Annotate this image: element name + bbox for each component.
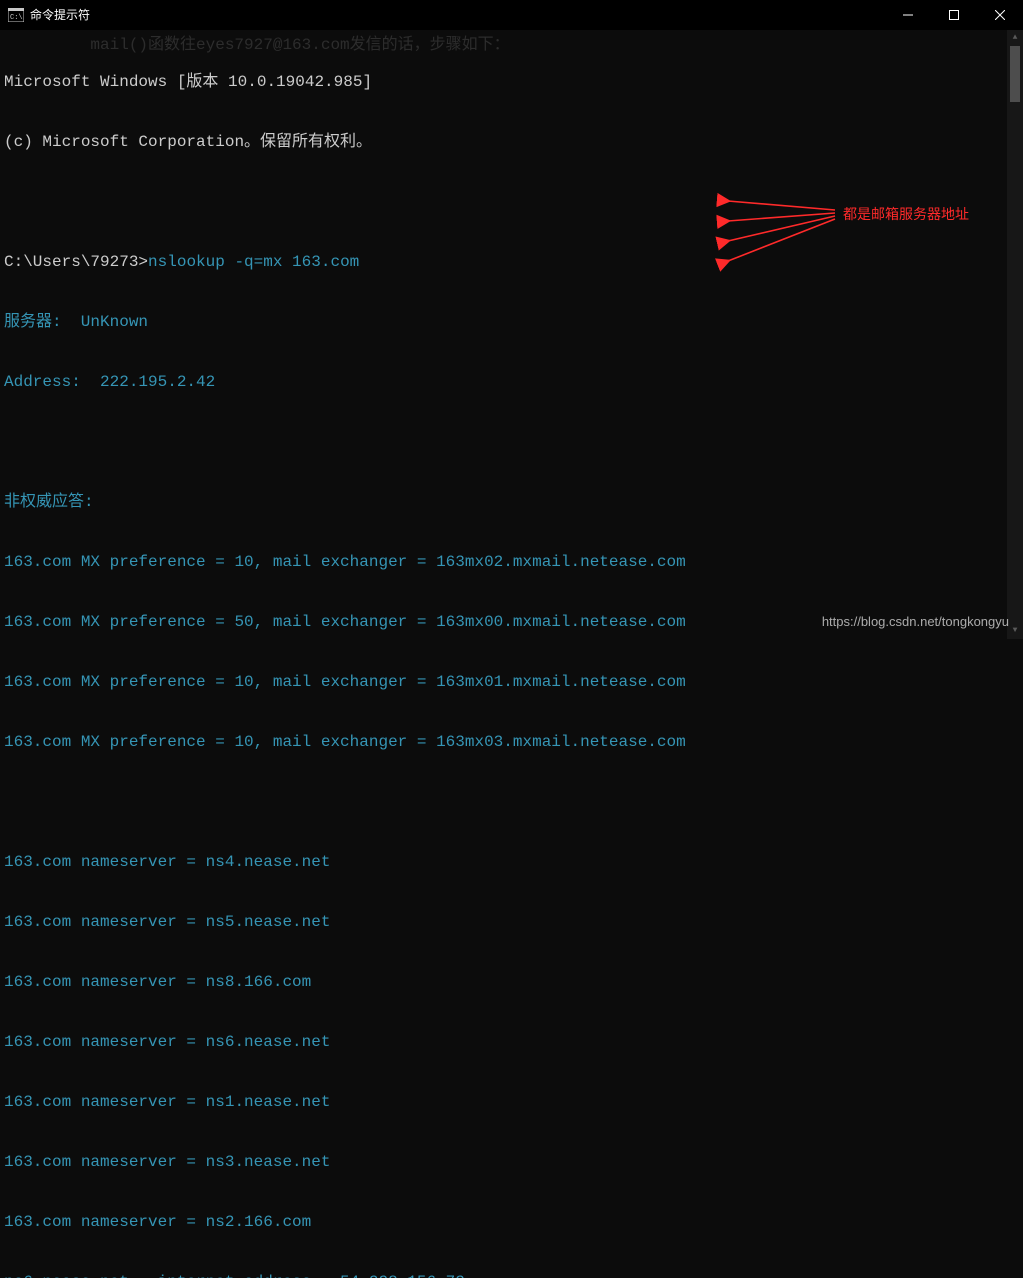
cmd-icon: C:\ [8, 7, 24, 23]
output-line [4, 432, 1019, 452]
prompt-path: C:\Users\79273> [4, 253, 148, 271]
output-line: (c) Microsoft Corporation。保留所有权利。 [4, 132, 1019, 152]
scroll-up-icon[interactable]: ▲ [1007, 30, 1023, 46]
output-line: 服务器: UnKnown [4, 312, 1019, 332]
minimize-button[interactable] [885, 0, 931, 30]
ns-line: 163.com nameserver = ns1.nease.net [4, 1092, 1019, 1112]
mx-line: 163.com MX preference = 10, mail exchang… [4, 672, 1019, 692]
maximize-button[interactable] [931, 0, 977, 30]
svg-text:C:\: C:\ [10, 14, 23, 22]
output-line [4, 792, 1019, 812]
terminal-window: C:\ 命令提示符 mail()函数往eyes7927@163.com发信的话，… [0, 0, 1023, 639]
ns-line: 163.com nameserver = ns8.166.com [4, 972, 1019, 992]
window-controls [885, 0, 1023, 30]
window-title: 命令提示符 [30, 6, 90, 23]
watermark: https://blog.csdn.net/tongkongyu [822, 614, 1009, 629]
output-line: Microsoft Windows [版本 10.0.19042.985] [4, 72, 1019, 92]
output-line: 非权威应答: [4, 492, 1019, 512]
typed-command: nslookup -q=mx 163.com [148, 253, 359, 271]
ns-line: 163.com nameserver = ns5.nease.net [4, 912, 1019, 932]
mx-line: 163.com MX preference = 10, mail exchang… [4, 552, 1019, 572]
scrollbar[interactable]: ▲ ▼ [1007, 30, 1023, 639]
ns-line: 163.com nameserver = ns2.166.com [4, 1212, 1019, 1232]
scroll-down-icon[interactable]: ▼ [1007, 623, 1023, 639]
ns-line: 163.com nameserver = ns4.nease.net [4, 852, 1019, 872]
prompt-line: C:\Users\79273>nslookup -q=mx 163.com [4, 252, 1019, 272]
annotation-label: 都是邮箱服务器地址 [843, 204, 969, 224]
ia-line: ns6.nease.net internet address = 54.228.… [4, 1272, 1019, 1278]
scroll-thumb[interactable] [1010, 46, 1020, 102]
mx-line: 163.com MX preference = 10, mail exchang… [4, 732, 1019, 752]
titlebar[interactable]: C:\ 命令提示符 [0, 0, 1023, 30]
ns-line: 163.com nameserver = ns6.nease.net [4, 1032, 1019, 1052]
ns-line: 163.com nameserver = ns3.nease.net [4, 1152, 1019, 1172]
output-line: Address: 222.195.2.42 [4, 372, 1019, 392]
close-button[interactable] [977, 0, 1023, 30]
